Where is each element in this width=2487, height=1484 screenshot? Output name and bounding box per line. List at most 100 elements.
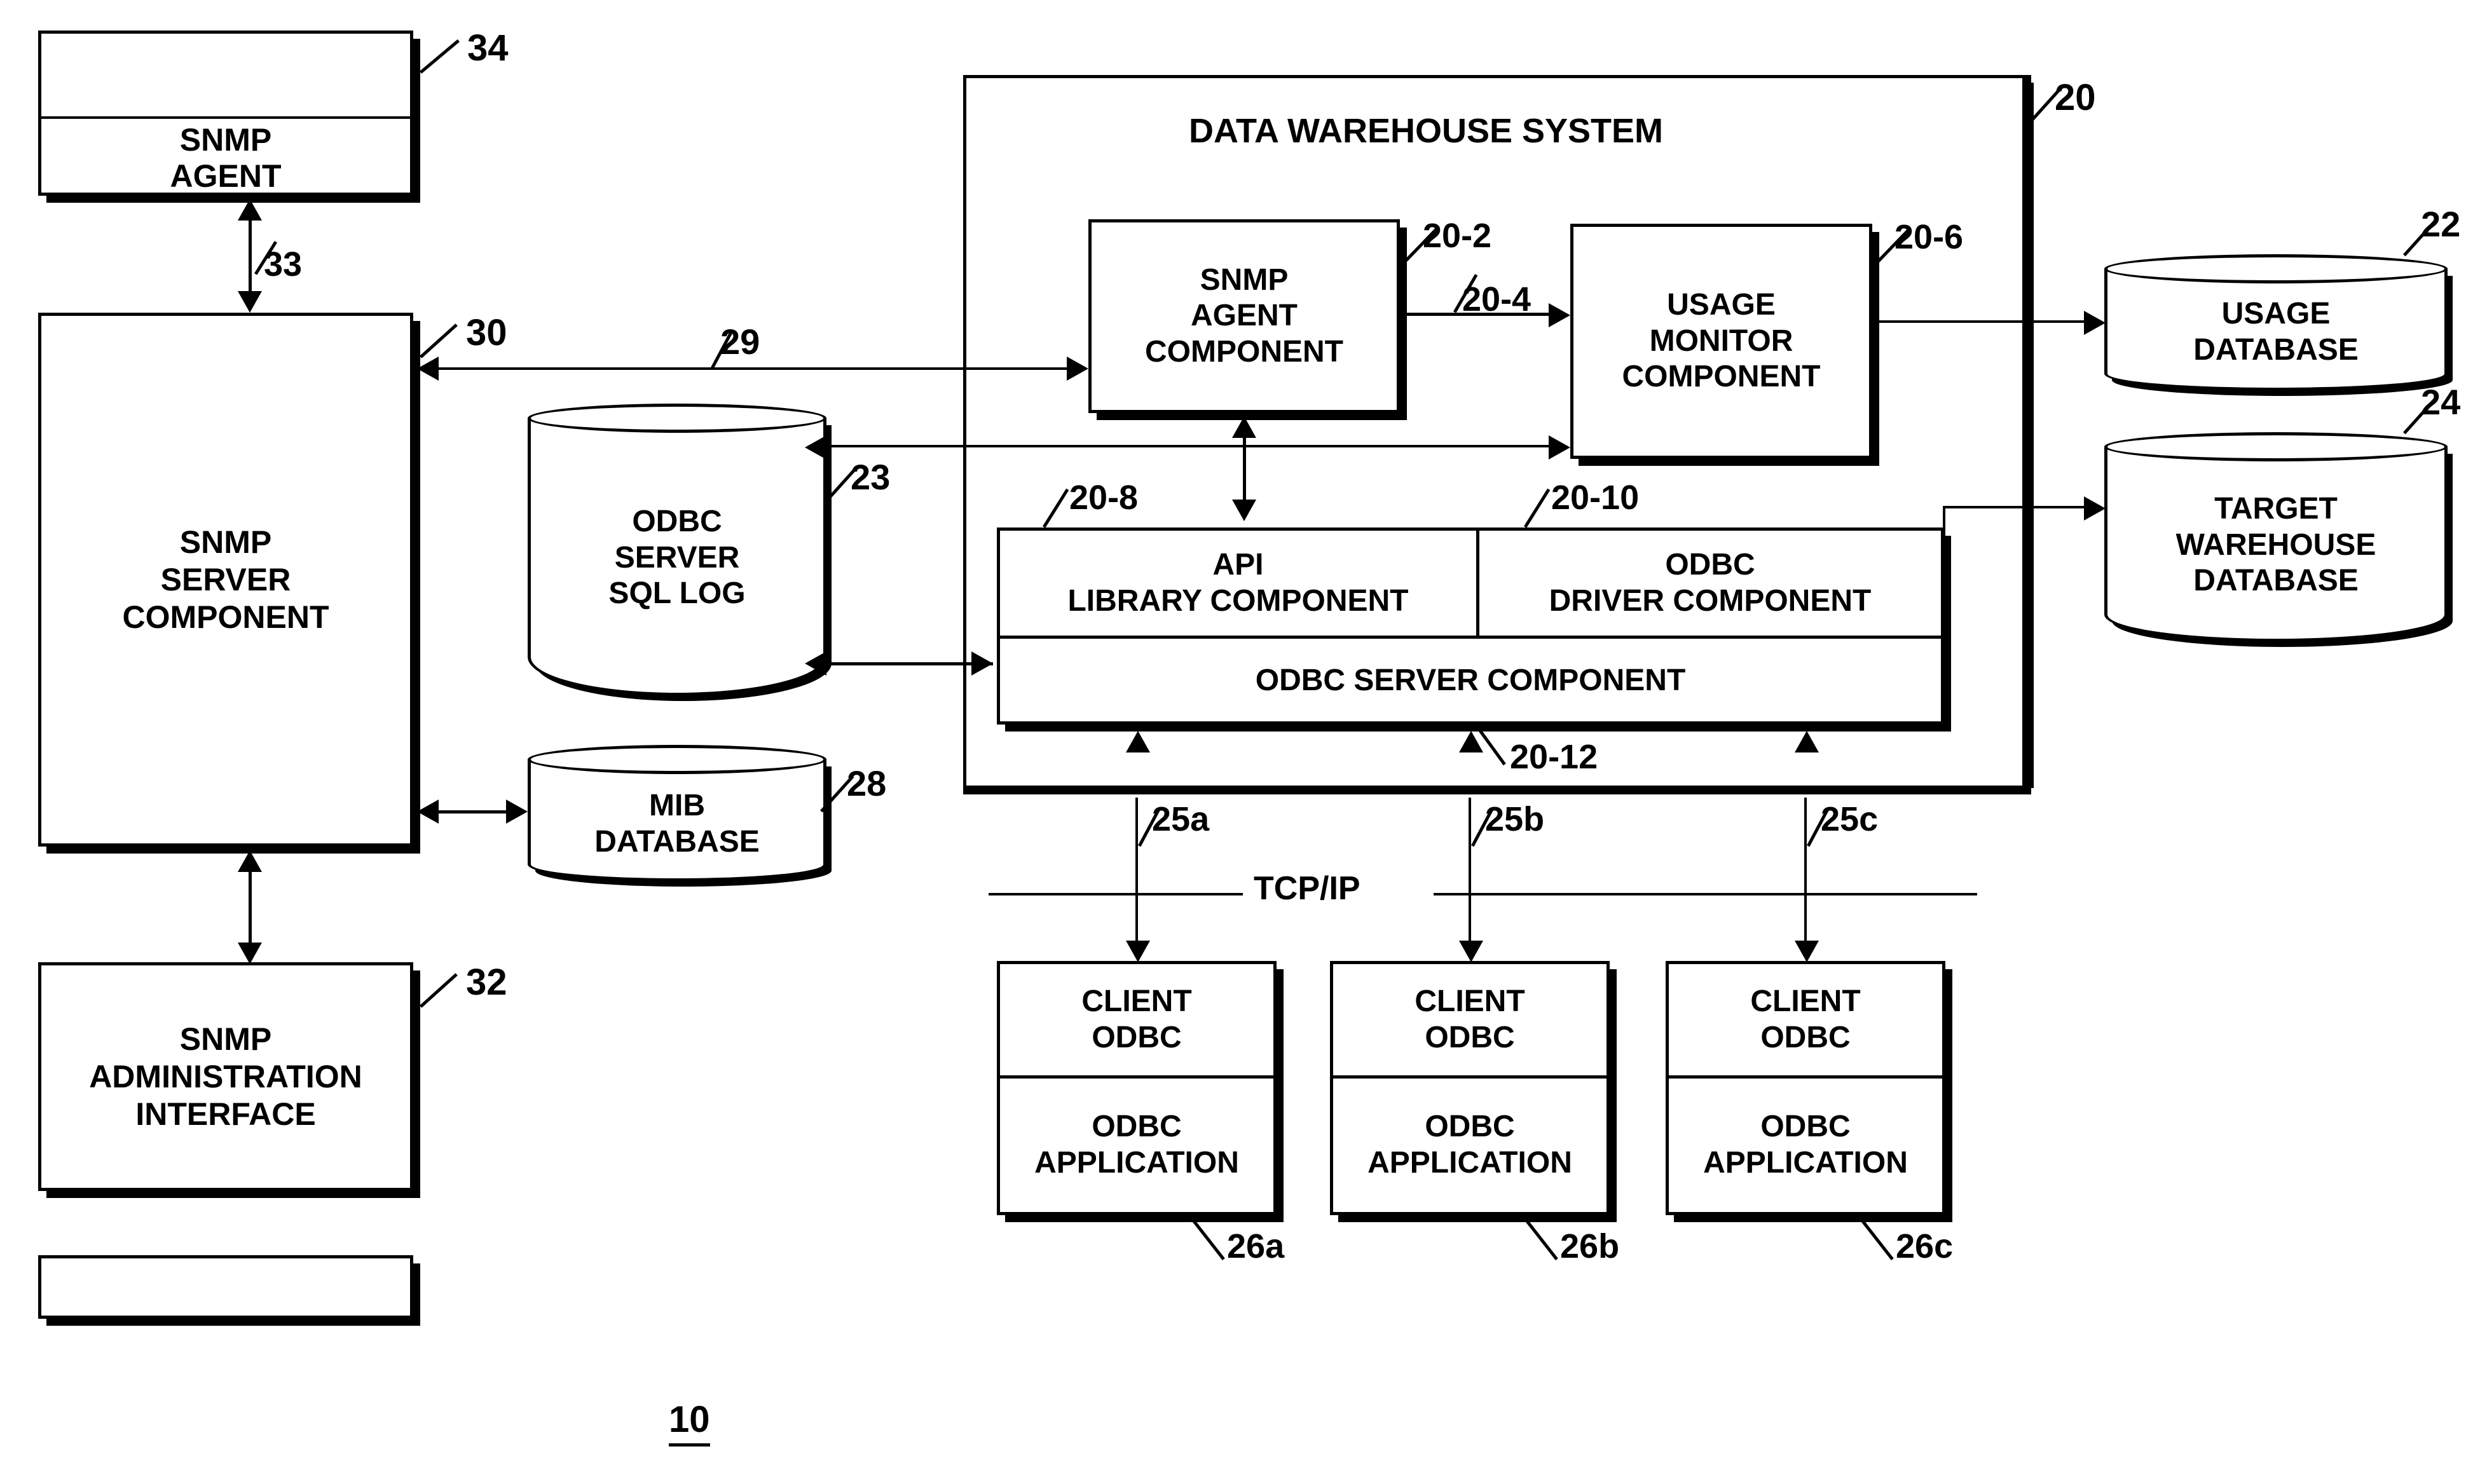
client-a-up-arrow xyxy=(1126,731,1150,752)
ref-26b: 26b xyxy=(1560,1227,1620,1265)
snmp-agent-label: SNMP AGENT xyxy=(38,121,413,196)
link-29-arrow-right xyxy=(1067,357,1088,381)
client-a-link-line xyxy=(1135,798,1138,953)
snmp-administration-interface-box: SNMP ADMINISTRATION INTERFACE xyxy=(38,962,413,1191)
snmp-admin-line1: SNMP xyxy=(179,1021,272,1057)
sqllog-to-usage-monitor-arrow xyxy=(1549,435,1570,459)
ref-25a: 25a xyxy=(1152,800,1210,838)
odbc-driver-component-label: ODBC DRIVER COMPONENT xyxy=(1479,531,1941,636)
snmp-agent-component-box: SNMP AGENT COMPONENT xyxy=(1088,219,1400,413)
server-to-mib-arrow-left xyxy=(417,800,439,824)
snmp-server-component-line2: SERVER xyxy=(160,561,291,597)
ref-26a: 26a xyxy=(1227,1227,1285,1265)
usage-monitor-line3: COMPONENT xyxy=(1622,360,1821,394)
ref-23: 23 xyxy=(851,457,891,497)
ref-leader-26c xyxy=(1861,1220,1894,1260)
odbc-server-component-label: ODBC SERVER COMPONENT xyxy=(1000,639,1941,721)
ref-33: 33 xyxy=(264,245,303,283)
snmp-admin-line2: ADMINISTRATION xyxy=(89,1058,362,1094)
client-a-line1: CLIENT xyxy=(1081,984,1192,1018)
data-warehouse-system-title: DATA WAREHOUSE SYSTEM xyxy=(1189,112,1664,150)
odbc-sql-log-label: ODBC SERVER SQL LOG xyxy=(528,404,826,696)
client-b-line1: CLIENT xyxy=(1415,984,1525,1018)
client-c-line1: CLIENT xyxy=(1750,984,1861,1018)
odbc-sql-log-line3: SQL LOG xyxy=(608,576,746,611)
usage-database-line2: DATABASE xyxy=(2193,332,2359,367)
usage-monitor-line1: USAGE xyxy=(1667,288,1776,322)
ref-34: 34 xyxy=(467,27,509,69)
client-c-app-label: ODBC APPLICATION xyxy=(1669,1079,1942,1212)
odbc-to-sqllog-line xyxy=(826,662,993,665)
mib-database-line1: MIB xyxy=(649,788,705,822)
client-c-up-arrow xyxy=(1795,731,1819,752)
snmp-agent-component-line1: SNMP xyxy=(1200,262,1289,297)
odbc-to-sqllog-arrow-right xyxy=(971,651,993,676)
api-library-line1: API xyxy=(1212,547,1264,582)
ref-leader-26a xyxy=(1193,1220,1225,1260)
ref-30: 30 xyxy=(466,312,507,353)
target-warehouse-database-label: TARGET WAREHOUSE DATABASE xyxy=(2104,432,2448,642)
odbc-server-component-line1: ODBC SERVER COMPONENT xyxy=(1255,663,1686,697)
usage-monitor-line2: MONITOR xyxy=(1649,323,1793,358)
mib-database-line2: DATABASE xyxy=(594,824,760,859)
target-warehouse-line2: WAREHOUSE xyxy=(2175,528,2376,562)
client-c-line2: ODBC xyxy=(1760,1020,1851,1054)
agent-to-api-arrow-down xyxy=(1232,500,1256,521)
sqllog-to-usage-monitor-line xyxy=(826,445,1550,447)
client-c-link-line xyxy=(1804,798,1807,953)
client-a-app1: ODBC xyxy=(1092,1110,1182,1144)
client-a-line2: ODBC xyxy=(1092,1020,1182,1054)
snmp-agent-component-line2: AGENT xyxy=(1191,299,1298,333)
api-library-line2: LIBRARY COMPONENT xyxy=(1067,583,1409,618)
agent-to-api-arrow-up xyxy=(1232,416,1256,438)
client-b-line2: ODBC xyxy=(1425,1020,1515,1054)
client-b-app1: ODBC xyxy=(1425,1110,1515,1144)
ref-20-6: 20-6 xyxy=(1894,218,1964,256)
link-33-arrow-down xyxy=(238,291,262,313)
patent-figure-canvas: SNMP AGENT 34 33 SNMP SERVER COMPONENT 3… xyxy=(0,0,2487,1484)
ref-leader-30 xyxy=(420,323,458,358)
ref-20-8: 20-8 xyxy=(1069,479,1139,517)
ref-20-2: 20-2 xyxy=(1423,217,1492,255)
client-a-app2: APPLICATION xyxy=(1034,1146,1239,1180)
odbc-server-sql-log-cylinder: ODBC SERVER SQL LOG xyxy=(528,404,826,696)
ref-leader-32 xyxy=(420,973,458,1008)
ref-20: 20 xyxy=(2055,77,2096,118)
snmp-admin-line3: INTERFACE xyxy=(135,1096,316,1132)
link-33-arrow-up xyxy=(238,199,262,221)
client-b-up-arrow xyxy=(1459,731,1483,752)
odbc-sql-log-line2: SERVER xyxy=(614,540,740,575)
mib-database-cylinder: MIB DATABASE xyxy=(528,745,826,882)
snmp-agent-label-line1: SNMP xyxy=(179,121,272,158)
api-library-component-label: API LIBRARY COMPONENT xyxy=(1000,531,1476,636)
figure-number: 10 xyxy=(669,1398,710,1447)
ref-29: 29 xyxy=(720,322,760,362)
link-20-4-arrow xyxy=(1549,303,1570,327)
blank-box xyxy=(38,1255,413,1319)
odbc-driver-line1: ODBC xyxy=(1665,547,1755,582)
odbc-to-target-arrow xyxy=(2084,496,2106,521)
ref-28: 28 xyxy=(847,763,887,803)
odbc-to-target-riser xyxy=(1943,508,1945,537)
link-29-line xyxy=(439,367,1085,370)
usage-database-line1: USAGE xyxy=(2221,296,2331,330)
server-to-admin-arrow-up xyxy=(238,850,262,872)
client-b-app2: APPLICATION xyxy=(1367,1146,1572,1180)
client-b-app-label: ODBC APPLICATION xyxy=(1333,1079,1607,1212)
usage-monitor-component-box: USAGE MONITOR COMPONENT xyxy=(1570,224,1872,459)
snmp-server-component-line1: SNMP xyxy=(179,524,272,560)
snmp-agent-label-line2: AGENT xyxy=(170,158,282,194)
odbc-driver-line2: DRIVER COMPONENT xyxy=(1549,583,1872,618)
ref-leader-26b xyxy=(1526,1220,1558,1260)
client-b-link-arrow xyxy=(1459,941,1483,962)
link-29-arrow-left xyxy=(417,357,439,381)
server-to-mib-line xyxy=(439,810,515,813)
right-vertical-bus xyxy=(2031,83,2034,788)
snmp-server-component-box: SNMP SERVER COMPONENT xyxy=(38,313,413,847)
ref-24: 24 xyxy=(2421,382,2461,422)
mib-database-label: MIB DATABASE xyxy=(528,745,826,882)
target-warehouse-database-cylinder: TARGET WAREHOUSE DATABASE xyxy=(2104,432,2448,642)
client-a-header-label: CLIENT ODBC xyxy=(1000,964,1273,1075)
odbc-to-target-top-run xyxy=(1943,506,2090,508)
sqllog-inbound-arrow xyxy=(805,435,826,459)
